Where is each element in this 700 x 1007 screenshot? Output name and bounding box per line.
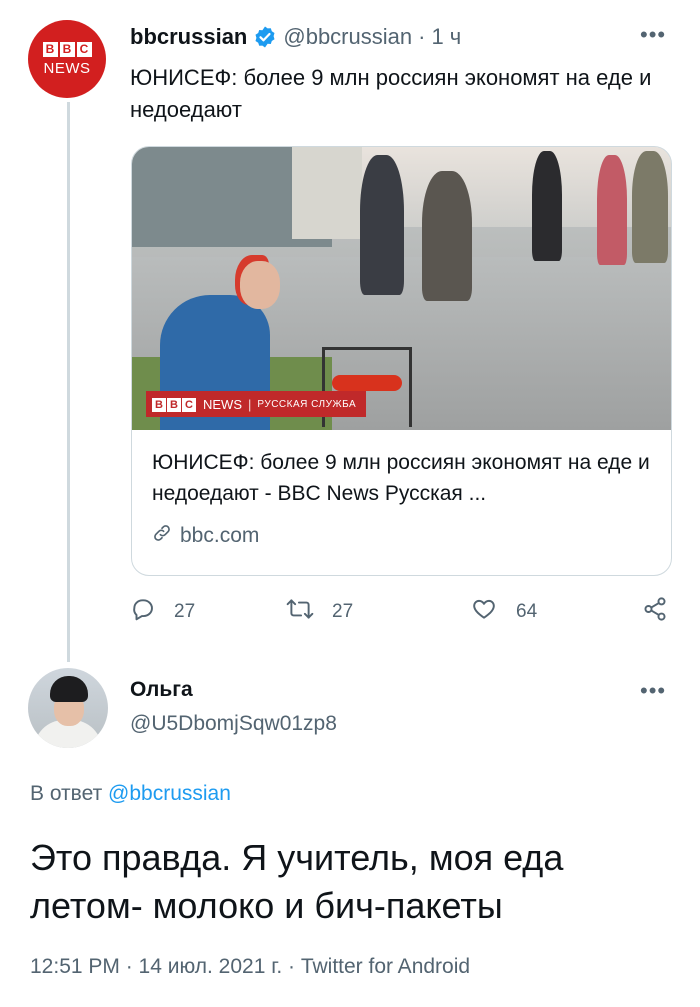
reply-context: В ответ @bbcrussian [30,782,231,806]
card-image: BBC NEWS | РУССКАЯ СЛУЖБА [132,147,671,430]
banner-logo: BBC [152,396,197,412]
image-pedestrian [597,155,627,265]
tweet-header: bbcrussian @bbcrussian · 1 ч [130,24,461,50]
reply-icon [130,596,156,628]
separator: · [418,24,426,49]
author-name[interactable]: bbcrussian [130,24,247,50]
author-handle[interactable]: @U5DbomjSqw01zp8 [130,712,337,736]
bbc-logo-boxes: B B C [42,41,92,57]
like-count: 64 [516,601,538,622]
reply-button[interactable]: 27 [130,596,195,628]
banner-service: РУССКАЯ СЛУЖБА [257,398,357,410]
author-handle[interactable]: @bbcrussian [283,24,412,50]
tweet-meta: 12:51 PM · 14 июл. 2021 г. · Twitter for… [30,955,471,978]
tweet-text: Это правда. Я учитель, моя еда летом- мо… [30,837,564,926]
retweet-icon [286,596,314,628]
heart-icon [470,596,498,628]
reply-count: 27 [174,601,196,622]
banner-news: NEWS [203,396,242,412]
avatar[interactable]: B B C NEWS [28,20,106,98]
banner-logo-letter: C [182,398,196,412]
share-icon [642,596,668,628]
bbc-logo-letter: B [42,41,58,57]
bbc-logo-letter: B [59,41,75,57]
image-pedestrian [632,151,668,263]
image-pedestrian [422,171,472,301]
link-card[interactable]: BBC NEWS | РУССКАЯ СЛУЖБА ЮНИСЕФ: более … [131,146,672,576]
tweet-text: ЮНИСЕФ: более 9 млн россиян экономят на … [130,65,652,122]
avatar[interactable] [28,668,108,748]
reply-mention-link[interactable]: @bbcrussian [108,782,231,805]
banner-divider: | [248,396,252,412]
more-options-icon[interactable]: ••• [640,22,666,48]
card-domain: bbc.com [152,523,259,549]
image-building [292,147,362,239]
retweet-count: 27 [332,601,354,622]
link-icon [152,523,172,549]
retweet-button[interactable]: 27 [286,596,353,628]
image-face [240,261,280,309]
author-name[interactable]: Ольга [130,678,193,702]
avatar-hat [50,676,88,702]
card-title: ЮНИСЕФ: более 9 млн россиян экономят на … [152,451,650,505]
more-options-icon[interactable]: ••• [640,678,666,704]
timestamp[interactable]: 1 ч [431,24,461,50]
card-domain-text: bbc.com [180,524,260,547]
like-button[interactable]: 64 [470,596,537,628]
image-pedestrian [360,155,404,295]
bbc-logo-word: NEWS [43,59,91,77]
share-button[interactable] [642,596,668,628]
bbc-russian-banner: BBC NEWS | РУССКАЯ СЛУЖБА [146,391,367,417]
banner-logo-letter: B [167,398,181,412]
bbc-logo-letter: C [76,41,92,57]
action-bar: 27 27 64 [130,596,675,626]
reply-prefix: В ответ [30,782,103,805]
banner-logo-letter: B [152,398,166,412]
verified-badge-icon [253,25,277,49]
tweet[interactable]: B B C NEWS bbcrussian @bbcrussian · 1 ч … [0,0,700,662]
image-pedestrian [532,151,562,261]
thread-line [67,102,70,662]
image-tomatoes [332,375,402,391]
